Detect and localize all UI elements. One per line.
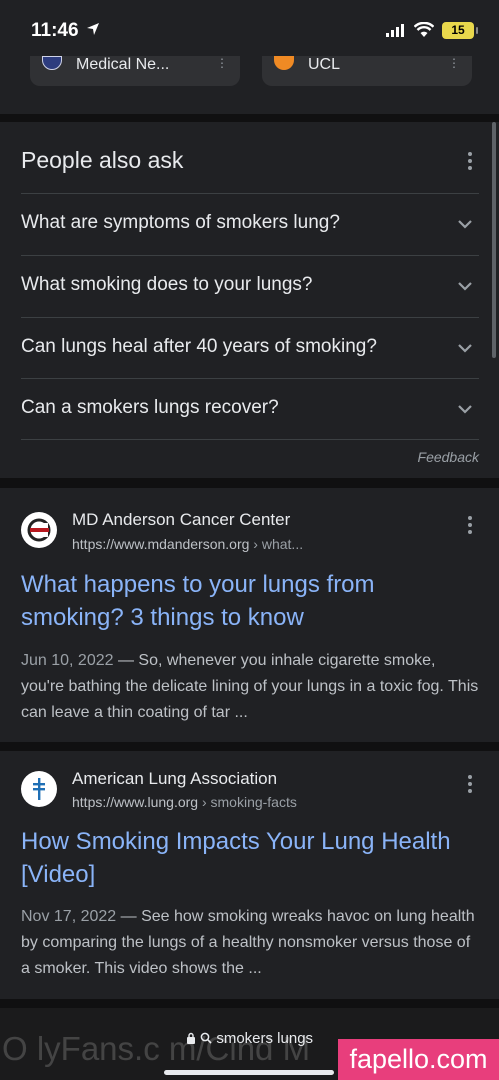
battery-indicator: 15 <box>442 22 478 39</box>
result-date: Nov 17, 2022 <box>21 908 117 925</box>
question-item[interactable]: Can a smokers lungs recover? <box>21 378 479 440</box>
status-time: 11:46 <box>31 20 79 41</box>
md-anderson-logo-icon <box>21 512 57 548</box>
feedback-link[interactable]: Feedback <box>418 449 479 465</box>
result-date: Jun 10, 2022 <box>21 652 114 669</box>
result-url[interactable]: https://www.mdanderson.org › what... <box>72 536 303 552</box>
location-arrow-icon <box>86 22 100 41</box>
result-snippet: Nov 17, 2022 — See how smoking wreaks ha… <box>21 904 481 982</box>
result-url[interactable]: https://www.lung.org › smoking-facts <box>72 794 297 810</box>
more-options-icon[interactable]: ⋮ <box>216 56 228 70</box>
watermark-text: O lyFans.c m/Cind M <box>2 1030 311 1067</box>
site-favicon-icon <box>42 56 62 70</box>
top-card-label: UCL <box>308 56 341 73</box>
more-options-icon[interactable] <box>468 516 472 537</box>
scrollbar[interactable] <box>492 122 496 358</box>
lung-association-logo-icon <box>21 771 57 807</box>
question-text: Can lungs heal after 40 years of smoking… <box>21 336 377 357</box>
more-options-icon[interactable] <box>468 775 472 796</box>
chevron-down-icon <box>457 401 473 419</box>
chevron-down-icon <box>457 340 473 358</box>
result-snippet: Jun 10, 2022 — So, whenever you inhale c… <box>21 648 481 726</box>
result-title-link[interactable]: What happens to your lungs from smoking?… <box>21 568 481 634</box>
status-bar: 11:46 15 <box>0 0 499 62</box>
result-site-name[interactable]: MD Anderson Cancer Center <box>72 510 290 530</box>
divider <box>21 439 479 440</box>
top-card[interactable]: UCL ⋮ <box>262 56 472 86</box>
section-divider <box>0 999 499 1008</box>
question-item[interactable]: What are symptoms of smokers lung? <box>21 193 479 255</box>
result-domain: https://www.lung.org <box>72 794 199 810</box>
cellular-signal-icon <box>386 24 406 42</box>
result-site-name[interactable]: American Lung Association <box>72 769 277 789</box>
question-item[interactable]: Can lungs heal after 40 years of smoking… <box>21 317 479 379</box>
chevron-down-icon <box>457 216 473 234</box>
top-card[interactable]: Medical Ne... ⋮ <box>30 56 240 86</box>
section-divider <box>0 478 499 488</box>
top-stories-carousel: Medical Ne... ⋮ UCL ⋮ <box>0 56 499 114</box>
question-item[interactable]: What smoking does to your lungs? <box>21 255 479 317</box>
search-result: MD Anderson Cancer Center https://www.md… <box>0 488 499 742</box>
section-divider <box>0 114 499 122</box>
question-text: What smoking does to your lungs? <box>21 274 313 295</box>
result-path: › smoking-facts <box>198 794 297 810</box>
question-text: What are symptoms of smokers lung? <box>21 212 340 233</box>
people-also-ask-section: People also ask What are symptoms of smo… <box>0 122 499 478</box>
home-indicator[interactable] <box>164 1070 334 1075</box>
result-title-link[interactable]: How Smoking Impacts Your Lung Health [Vi… <box>21 825 481 891</box>
watermark-badge: fapello.com <box>338 1039 499 1080</box>
top-card-label: Medical Ne... <box>76 56 170 73</box>
search-result: American Lung Association https://www.lu… <box>0 751 499 999</box>
chevron-down-icon <box>457 278 473 296</box>
section-title: People also ask <box>21 147 184 173</box>
question-text: Can a smokers lungs recover? <box>21 397 279 418</box>
result-domain: https://www.mdanderson.org <box>72 536 250 552</box>
section-divider <box>0 742 499 751</box>
wifi-icon <box>413 21 435 43</box>
more-options-icon[interactable]: ⋮ <box>448 56 460 70</box>
result-path: › what... <box>249 536 304 552</box>
site-favicon-icon <box>274 56 294 70</box>
more-options-icon[interactable] <box>468 152 472 173</box>
